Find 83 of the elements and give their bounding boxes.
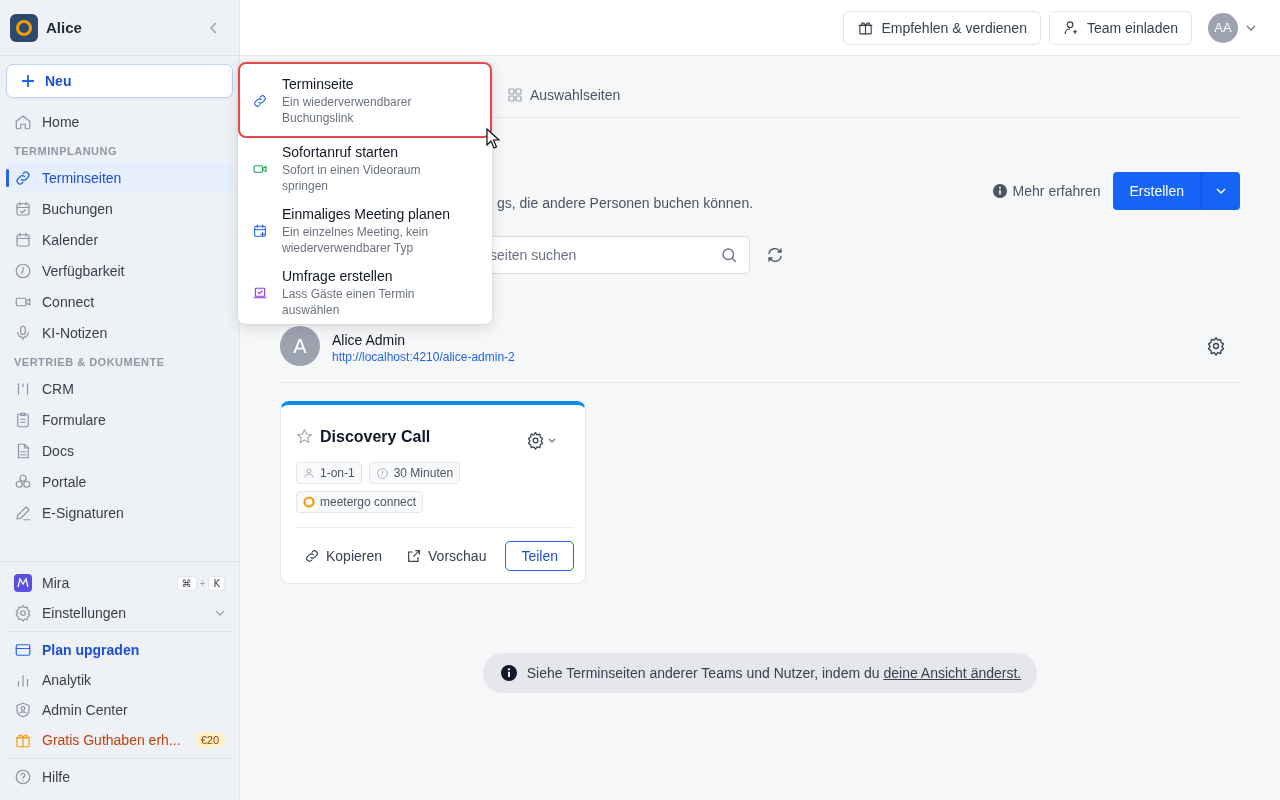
share-button[interactable]: Teilen [505,541,574,571]
checkbox-screen-icon [252,285,268,301]
ring-logo [303,496,315,508]
card-title: Discovery Call [320,427,432,446]
app-logo [10,13,38,42]
gear-icon [526,431,545,450]
gear-icon [1206,336,1226,356]
info-icon [992,184,1007,198]
create-button[interactable]: Erstellen [1112,172,1202,210]
tab[interactable]: Auswahlseiten [508,75,621,117]
profile-avatar: A [280,326,320,366]
assistant-logo [14,574,32,592]
change-view-link[interactable]: deine Ansicht änderst. [883,665,1022,681]
clock-icon [375,466,389,480]
shield-user-icon [14,701,32,719]
menu-item[interactable]: Terminseite Ein wiederverwendbarer Buchungslink [238,62,492,138]
copy-link-button[interactable]: Kopieren [296,548,391,564]
credit-badge: €20 [194,732,225,748]
person-icon [303,467,315,479]
menu-item[interactable]: Sofortanruf starten Sofort in einen Videoraum springen [238,138,492,200]
nav-item[interactable]: KI-Notizen [6,317,233,348]
link-icon [14,168,32,187]
help-icon [14,768,32,786]
nav-item[interactable]: Plan upgraden [6,635,233,665]
clipboard-icon [14,410,32,429]
profile-name: Alice Admin [332,332,407,348]
nav-item[interactable]: Verfügbarkeit [6,255,233,286]
chevron-down-icon[interactable] [1246,24,1256,31]
nav-item[interactable]: Buchungen [6,193,233,224]
nav-item[interactable]: Kalender [6,224,233,255]
nav-item[interactable]: Mira ⌘ + K [6,568,233,598]
star-icon[interactable] [296,428,313,445]
info-icon [500,665,517,681]
tag: meetergo connect [296,491,424,513]
circles-icon [14,472,32,491]
key-cap: K [208,575,225,591]
gift-icon [857,19,875,36]
link-icon [304,548,320,564]
plus-sign: + [199,577,206,589]
page-description: gs, die andere Personen buchen können. [497,195,754,213]
learn-more-link[interactable]: Mehr erfahren [992,172,1101,210]
nav-item[interactable]: Docs [6,435,233,466]
nav-item[interactable]: E-Signaturen [6,497,233,528]
clock-icon [14,261,32,280]
user-plus-icon [1062,19,1080,36]
nav-item[interactable]: Analytik [6,665,233,695]
nav-item[interactable]: Admin Center [6,695,233,725]
nav-item[interactable]: Formulare [6,404,233,435]
nav-item[interactable]: Einstellungen [6,598,233,628]
invite-button[interactable]: Team einladen [1048,10,1192,45]
nav-item[interactable]: Portale [6,466,233,497]
nav-item[interactable]: Terminseiten [6,162,233,193]
refer-button[interactable]: Empfehlen & verdienen [843,10,1041,45]
caret-icon [1216,188,1226,194]
gear-icon [14,604,32,622]
nav-item[interactable]: Home [6,106,233,137]
calendar-check-icon [14,199,32,218]
workspace-name: Alice [46,19,83,36]
new-button[interactable]: Neu [6,64,233,98]
nav-item[interactable]: CRM [6,373,233,404]
section-heading: VERTRIEB & DOKUMENTE [13,355,166,370]
grid-icon [508,88,522,102]
credit-card-icon [14,641,32,659]
section-heading: TERMINPLANUNG [13,144,119,159]
search-icon [720,246,738,264]
calendar-icon [14,230,32,249]
key-cap: ⌘ [176,575,197,591]
nav-item[interactable]: Hilfe [6,762,233,792]
notice-text: Siehe Terminseiten anderer Teams und Nutzer, indem du deine Ansicht änderst. [526,665,1022,681]
nav-item[interactable]: Gratis Guthaben erh... €20 [6,725,233,755]
microphone-icon [14,323,32,342]
calendar-plus-icon [252,223,268,239]
tag: 1-on-1 [296,462,362,484]
nav-item[interactable]: Connect [6,286,233,317]
caret-icon [548,438,556,443]
plus-icon [21,74,35,88]
tag: 30 Minuten [368,462,461,484]
settings-menu-button[interactable] [526,431,556,450]
link-icon [252,93,268,109]
refresh-icon[interactable] [766,246,784,264]
profile-link[interactable]: http://localhost:4210/alice-admin-2 [332,350,1194,364]
preview-button[interactable]: Vorschau [398,548,495,564]
external-link-icon [406,548,423,564]
